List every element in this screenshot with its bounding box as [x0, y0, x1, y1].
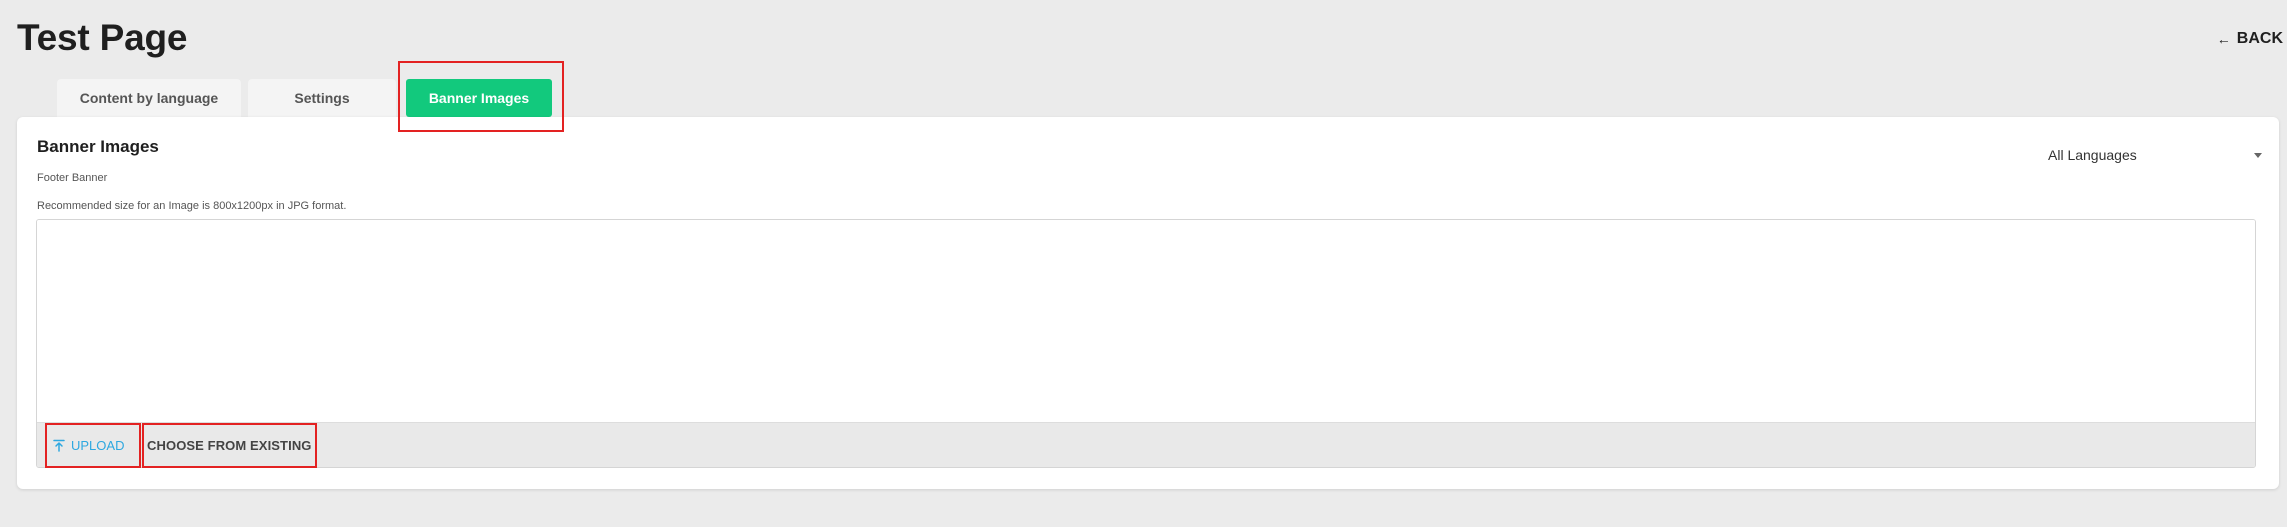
tab-bar: Content by language Settings Banner Imag… [0, 0, 2287, 120]
tab-banner-images[interactable]: Banner Images [406, 79, 552, 117]
upload-icon [52, 438, 66, 452]
tab-settings[interactable]: Settings [248, 79, 396, 117]
image-preview-area [37, 220, 2255, 424]
choose-from-existing-button[interactable]: CHOOSE FROM EXISTING [147, 423, 312, 467]
banner-image-dropzone[interactable]: UPLOAD CHOOSE FROM EXISTING [36, 219, 2256, 468]
image-size-hint: Recommended size for an Image is 800x120… [37, 200, 347, 212]
chevron-down-icon [2254, 152, 2262, 158]
footer-banner-label: Footer Banner [37, 172, 108, 184]
language-select[interactable]: All Languages [2048, 142, 2266, 168]
dropzone-actions-bar: UPLOAD CHOOSE FROM EXISTING [37, 422, 2255, 467]
card-title: Banner Images [37, 137, 159, 156]
tab-content-by-language[interactable]: Content by language [57, 79, 241, 117]
upload-button[interactable]: UPLOAD [52, 423, 124, 467]
upload-label: UPLOAD [71, 437, 125, 453]
banner-images-card: Banner Images Footer Banner Recommended … [17, 117, 2279, 489]
language-select-value: All Languages [2048, 147, 2137, 163]
